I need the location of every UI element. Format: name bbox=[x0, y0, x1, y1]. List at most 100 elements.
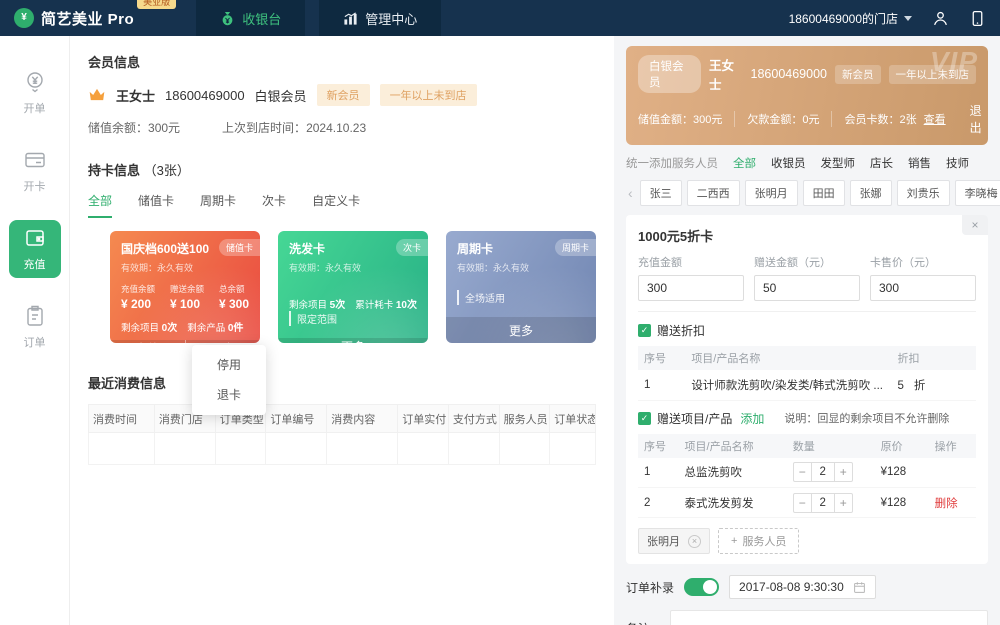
staff-chip[interactable]: 二西西 bbox=[686, 180, 740, 206]
datetime-picker[interactable]: 2017-08-08 9:30:30 bbox=[729, 575, 876, 599]
card-tab-stored[interactable]: 储值卡 bbox=[138, 192, 174, 218]
card-refund-button[interactable]: 退卡 bbox=[184, 340, 261, 343]
add-gift-item-link[interactable]: 添加 bbox=[740, 410, 764, 427]
sidebar-label: 充值 bbox=[23, 259, 46, 271]
exit-member-button[interactable]: 退出 bbox=[970, 102, 982, 136]
staff-chip[interactable]: 刘贵乐 bbox=[896, 180, 950, 206]
table-cell bbox=[153, 432, 216, 465]
order-backfill-toggle[interactable] bbox=[684, 578, 720, 596]
sidebar-item-open-order[interactable]: 开单 bbox=[9, 64, 61, 122]
vip-stored-amount: 储值金额：300元 bbox=[638, 111, 736, 127]
card-scope: 全场适用 bbox=[457, 290, 585, 305]
tablet-icon[interactable] bbox=[969, 10, 986, 27]
edition-badge: 美业版 bbox=[137, 0, 177, 9]
staff-filter-stylist[interactable]: 发型师 bbox=[821, 155, 856, 171]
staff-chip[interactable]: 李晓梅 bbox=[954, 180, 1000, 206]
card-icon bbox=[24, 152, 45, 168]
minus-button[interactable]: − bbox=[794, 494, 811, 512]
card-more-button[interactable]: 更多 bbox=[278, 338, 428, 343]
card-tab-all[interactable]: 全部 bbox=[88, 192, 113, 218]
order-panel: VIP 白银会员 王女士 18600469000 新会员 一年以上未到店 储值金… bbox=[614, 36, 1000, 625]
dropdown-item-disable[interactable]: 停用 bbox=[192, 350, 266, 380]
gift-note: 说明：回显的剩余项目不允许删除 bbox=[784, 413, 950, 425]
vip-member-name: 王女士 bbox=[709, 59, 735, 92]
card-product-title: 1000元5折卡 bbox=[638, 229, 714, 244]
gift-items-table: 序号 项目/产品名称 数量 原价 操作 1 总监洗剪吹 − 2 + ¥128 2… bbox=[638, 433, 976, 518]
table-row bbox=[88, 432, 596, 465]
card-tab-custom[interactable]: 自定义卡 bbox=[312, 192, 360, 218]
table-cell bbox=[214, 432, 267, 465]
col-header: 服务人员 bbox=[498, 404, 551, 433]
recharge-amount-input[interactable] bbox=[638, 275, 744, 301]
staff-filter-all[interactable]: 全部 bbox=[733, 155, 756, 171]
row-index: 1 bbox=[638, 370, 686, 401]
staff-chip[interactable]: 张娜 bbox=[849, 180, 892, 206]
tab-cashier-label: 收银台 bbox=[242, 11, 282, 27]
logo-icon: ¥ bbox=[14, 8, 34, 28]
remove-staff-icon[interactable]: × bbox=[688, 534, 701, 548]
minus-button[interactable]: − bbox=[794, 463, 811, 481]
sidebar-item-open-card[interactable]: 开卡 bbox=[9, 142, 61, 200]
chevron-left-icon[interactable]: ‹ bbox=[626, 185, 635, 201]
delete-item-link[interactable]: 删除 bbox=[935, 498, 958, 510]
last-visit: 上次到店时间：2024.10.23 bbox=[222, 121, 367, 135]
col-header: 原价 bbox=[874, 433, 929, 458]
staff-filter-manager[interactable]: 店长 bbox=[870, 155, 893, 171]
col-header: 订单状态 bbox=[549, 404, 596, 433]
app-title: 简艺美业 Pro bbox=[41, 10, 135, 28]
col-header: 数量 bbox=[786, 433, 875, 458]
moneybag-icon bbox=[222, 11, 233, 25]
col-header: 消费内容 bbox=[326, 404, 399, 433]
user-icon[interactable] bbox=[932, 10, 949, 27]
add-staff-button[interactable]: + 服务人员 bbox=[718, 528, 800, 554]
staff-filter-sales[interactable]: 销售 bbox=[908, 155, 931, 171]
wallet-icon bbox=[25, 230, 44, 246]
sidebar-item-orders[interactable]: 订单 bbox=[9, 298, 61, 356]
selected-staff-tag: 张明月 × bbox=[638, 528, 710, 554]
staff-chip[interactable]: 张明月 bbox=[744, 180, 798, 206]
store-selector[interactable]: 18600469000的门店 bbox=[789, 10, 912, 27]
table-cell bbox=[265, 432, 328, 465]
staff-chip[interactable]: 张三 bbox=[639, 180, 682, 206]
gift-amount-input[interactable] bbox=[754, 275, 860, 301]
remark-label: 备注： bbox=[626, 620, 662, 625]
card-tab-times[interactable]: 次卡 bbox=[262, 192, 286, 218]
card-tab-period[interactable]: 周期卡 bbox=[200, 192, 236, 218]
badge-new-member: 新会员 bbox=[316, 84, 370, 106]
item-price: ¥128 bbox=[874, 457, 929, 488]
card-validity: 有效期：永久有效 bbox=[121, 263, 194, 273]
col-header: 序号 bbox=[638, 346, 686, 370]
gift-items-checkbox[interactable]: ✓ bbox=[638, 411, 651, 425]
table-row: 1 总监洗剪吹 − 2 + ¥128 bbox=[638, 457, 976, 488]
table-cell bbox=[326, 432, 399, 465]
member-phone: 18600469000 bbox=[165, 87, 245, 103]
dropdown-item-refund[interactable]: 退卡 bbox=[192, 380, 266, 410]
card-recharge-button[interactable]: 充值 bbox=[110, 340, 185, 343]
card-price-input[interactable] bbox=[870, 275, 976, 301]
discount-table: 序号 项目/产品名称 折扣 1 设计师款洗剪吹/染发类/韩式洗剪吹 ... 5折 bbox=[638, 346, 976, 401]
staff-chip[interactable]: 田田 bbox=[802, 180, 845, 206]
card-extra: 剩余项目 5次 bbox=[289, 300, 346, 311]
view-cards-link[interactable]: 查看 bbox=[924, 114, 946, 126]
staff-filter-cashier[interactable]: 收银员 bbox=[771, 155, 806, 171]
card-type-badge: 次卡 bbox=[395, 239, 428, 256]
member-level: 白银会员 bbox=[254, 88, 307, 104]
chart-icon bbox=[344, 11, 357, 25]
tab-management[interactable]: 管理中心 bbox=[319, 0, 442, 36]
card-stat: 赠送余额 ¥ 100 bbox=[169, 284, 204, 311]
member-name: 王女士 bbox=[116, 88, 156, 104]
card-more-button[interactable]: 更多 bbox=[446, 317, 596, 343]
item-price: ¥128 bbox=[874, 487, 929, 518]
gift-discount-checkbox[interactable]: ✓ bbox=[638, 324, 651, 337]
card-action-dropdown: 停用 退卡 bbox=[192, 345, 266, 415]
plus-button[interactable]: + bbox=[835, 463, 852, 481]
staff-filter-technician[interactable]: 技师 bbox=[946, 155, 969, 171]
tab-cashier[interactable]: 收银台 bbox=[196, 0, 306, 36]
item-name: 设计师款洗剪吹/染发类/韩式洗剪吹 ... bbox=[685, 370, 892, 401]
plus-button[interactable]: + bbox=[835, 494, 852, 512]
close-icon[interactable]: × bbox=[962, 215, 988, 235]
gift-amount-label: 赠送金额（元） bbox=[754, 257, 831, 269]
remark-input[interactable] bbox=[670, 610, 988, 625]
sidebar-item-recharge[interactable]: 充值 bbox=[8, 220, 61, 278]
vip-level-badge: 白银会员 bbox=[638, 55, 702, 93]
